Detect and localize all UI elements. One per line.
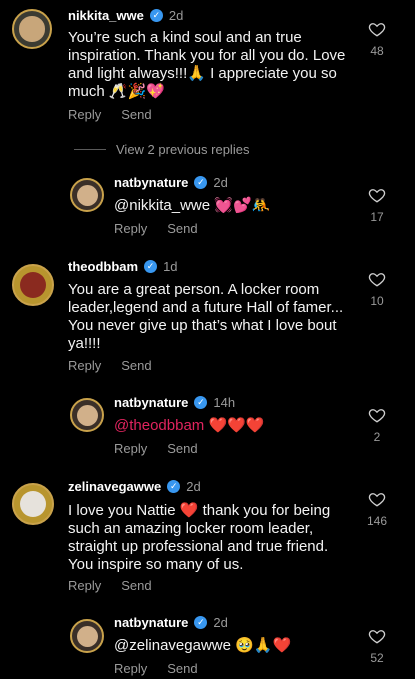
send-button[interactable]: Send [121, 578, 151, 593]
divider-line [74, 149, 106, 150]
comment-actions: Reply Send [114, 661, 198, 676]
heart-icon [368, 23, 386, 37]
comment-username[interactable]: natbynature ✓ 2d [114, 175, 228, 190]
like-count: 2 [373, 430, 381, 444]
verified-badge-icon: ✓ [149, 9, 163, 22]
reply-button[interactable]: Reply [68, 578, 101, 593]
like-count: 48 [370, 44, 384, 58]
heart-icon [368, 189, 386, 203]
comment-text: I love you Nattie ❤️ thank you for being… [68, 502, 331, 573]
reply-button[interactable]: Reply [114, 661, 147, 676]
comment-time: 14h [213, 395, 236, 410]
verified-badge-icon: ✓ [144, 260, 158, 273]
avatar[interactable] [12, 264, 54, 306]
like-count: 10 [370, 294, 384, 308]
comment-actions: Reply Send [68, 358, 152, 373]
send-button[interactable]: Send [167, 221, 197, 236]
reply-button[interactable]: Reply [68, 107, 101, 122]
avatar[interactable] [70, 398, 104, 432]
like-button[interactable]: 10 [364, 270, 390, 308]
reply-button[interactable]: Reply [114, 441, 147, 456]
comment-text: @nikkita_wwe 💓💕🤼 [114, 197, 271, 214]
like-button[interactable]: 2 [364, 406, 390, 444]
comment-username[interactable]: zelinavegawwe ✓ 2d [68, 479, 201, 494]
send-button[interactable]: Send [121, 107, 151, 122]
heart-icon [368, 630, 386, 644]
send-button[interactable]: Send [167, 441, 197, 456]
comment-username[interactable]: natbynature ✓ 14h [114, 395, 235, 410]
reply-button[interactable]: Reply [68, 358, 101, 373]
view-previous-replies[interactable]: View 2 previous replies [74, 142, 249, 157]
verified-badge-icon: ✓ [167, 480, 181, 493]
comment-actions: Reply Send [68, 107, 152, 122]
comment-username[interactable]: theodbbam ✓ 1d [68, 259, 178, 274]
comment-text: You’re such a kind soul and an true insp… [68, 29, 346, 100]
comment-time: 1d [163, 259, 178, 274]
comment-text: @theodbbam ❤️❤️❤️ [114, 417, 265, 434]
verified-badge-icon: ✓ [194, 616, 208, 629]
send-button[interactable]: Send [121, 358, 151, 373]
reply-button[interactable]: Reply [114, 221, 147, 236]
send-button[interactable]: Send [167, 661, 197, 676]
comment-time: 2d [168, 8, 184, 23]
like-count: 146 [366, 514, 388, 528]
comment-text: You are a great person. A locker room le… [68, 281, 344, 352]
heart-icon [368, 493, 386, 507]
avatar[interactable] [70, 619, 104, 653]
verified-badge-icon: ✓ [194, 396, 208, 409]
comment-actions: Reply Send [114, 221, 198, 236]
verified-badge-icon: ✓ [194, 176, 208, 189]
comment-time: 2d [213, 175, 228, 190]
comment-username[interactable]: natbynature ✓ 2d [114, 615, 228, 630]
like-button[interactable]: 17 [364, 186, 390, 224]
comment-username[interactable]: nikkita_wwe ✓ 2d [68, 8, 183, 23]
avatar[interactable] [70, 178, 104, 212]
avatar[interactable] [12, 483, 54, 525]
heart-icon [368, 273, 386, 287]
comment-time: 2d [213, 615, 228, 630]
like-count: 52 [370, 651, 384, 665]
comment-actions: Reply Send [114, 441, 198, 456]
like-button[interactable]: 146 [364, 490, 390, 528]
like-button[interactable]: 48 [364, 20, 390, 58]
comment-actions: Reply Send [68, 578, 152, 593]
avatar[interactable] [12, 9, 52, 49]
like-button[interactable]: 52 [364, 627, 390, 665]
like-count: 17 [370, 210, 384, 224]
heart-icon [368, 409, 386, 423]
comment-text: @zelinavegawwe 🥹🙏❤️ [114, 637, 292, 654]
comment-time: 2d [186, 479, 201, 494]
